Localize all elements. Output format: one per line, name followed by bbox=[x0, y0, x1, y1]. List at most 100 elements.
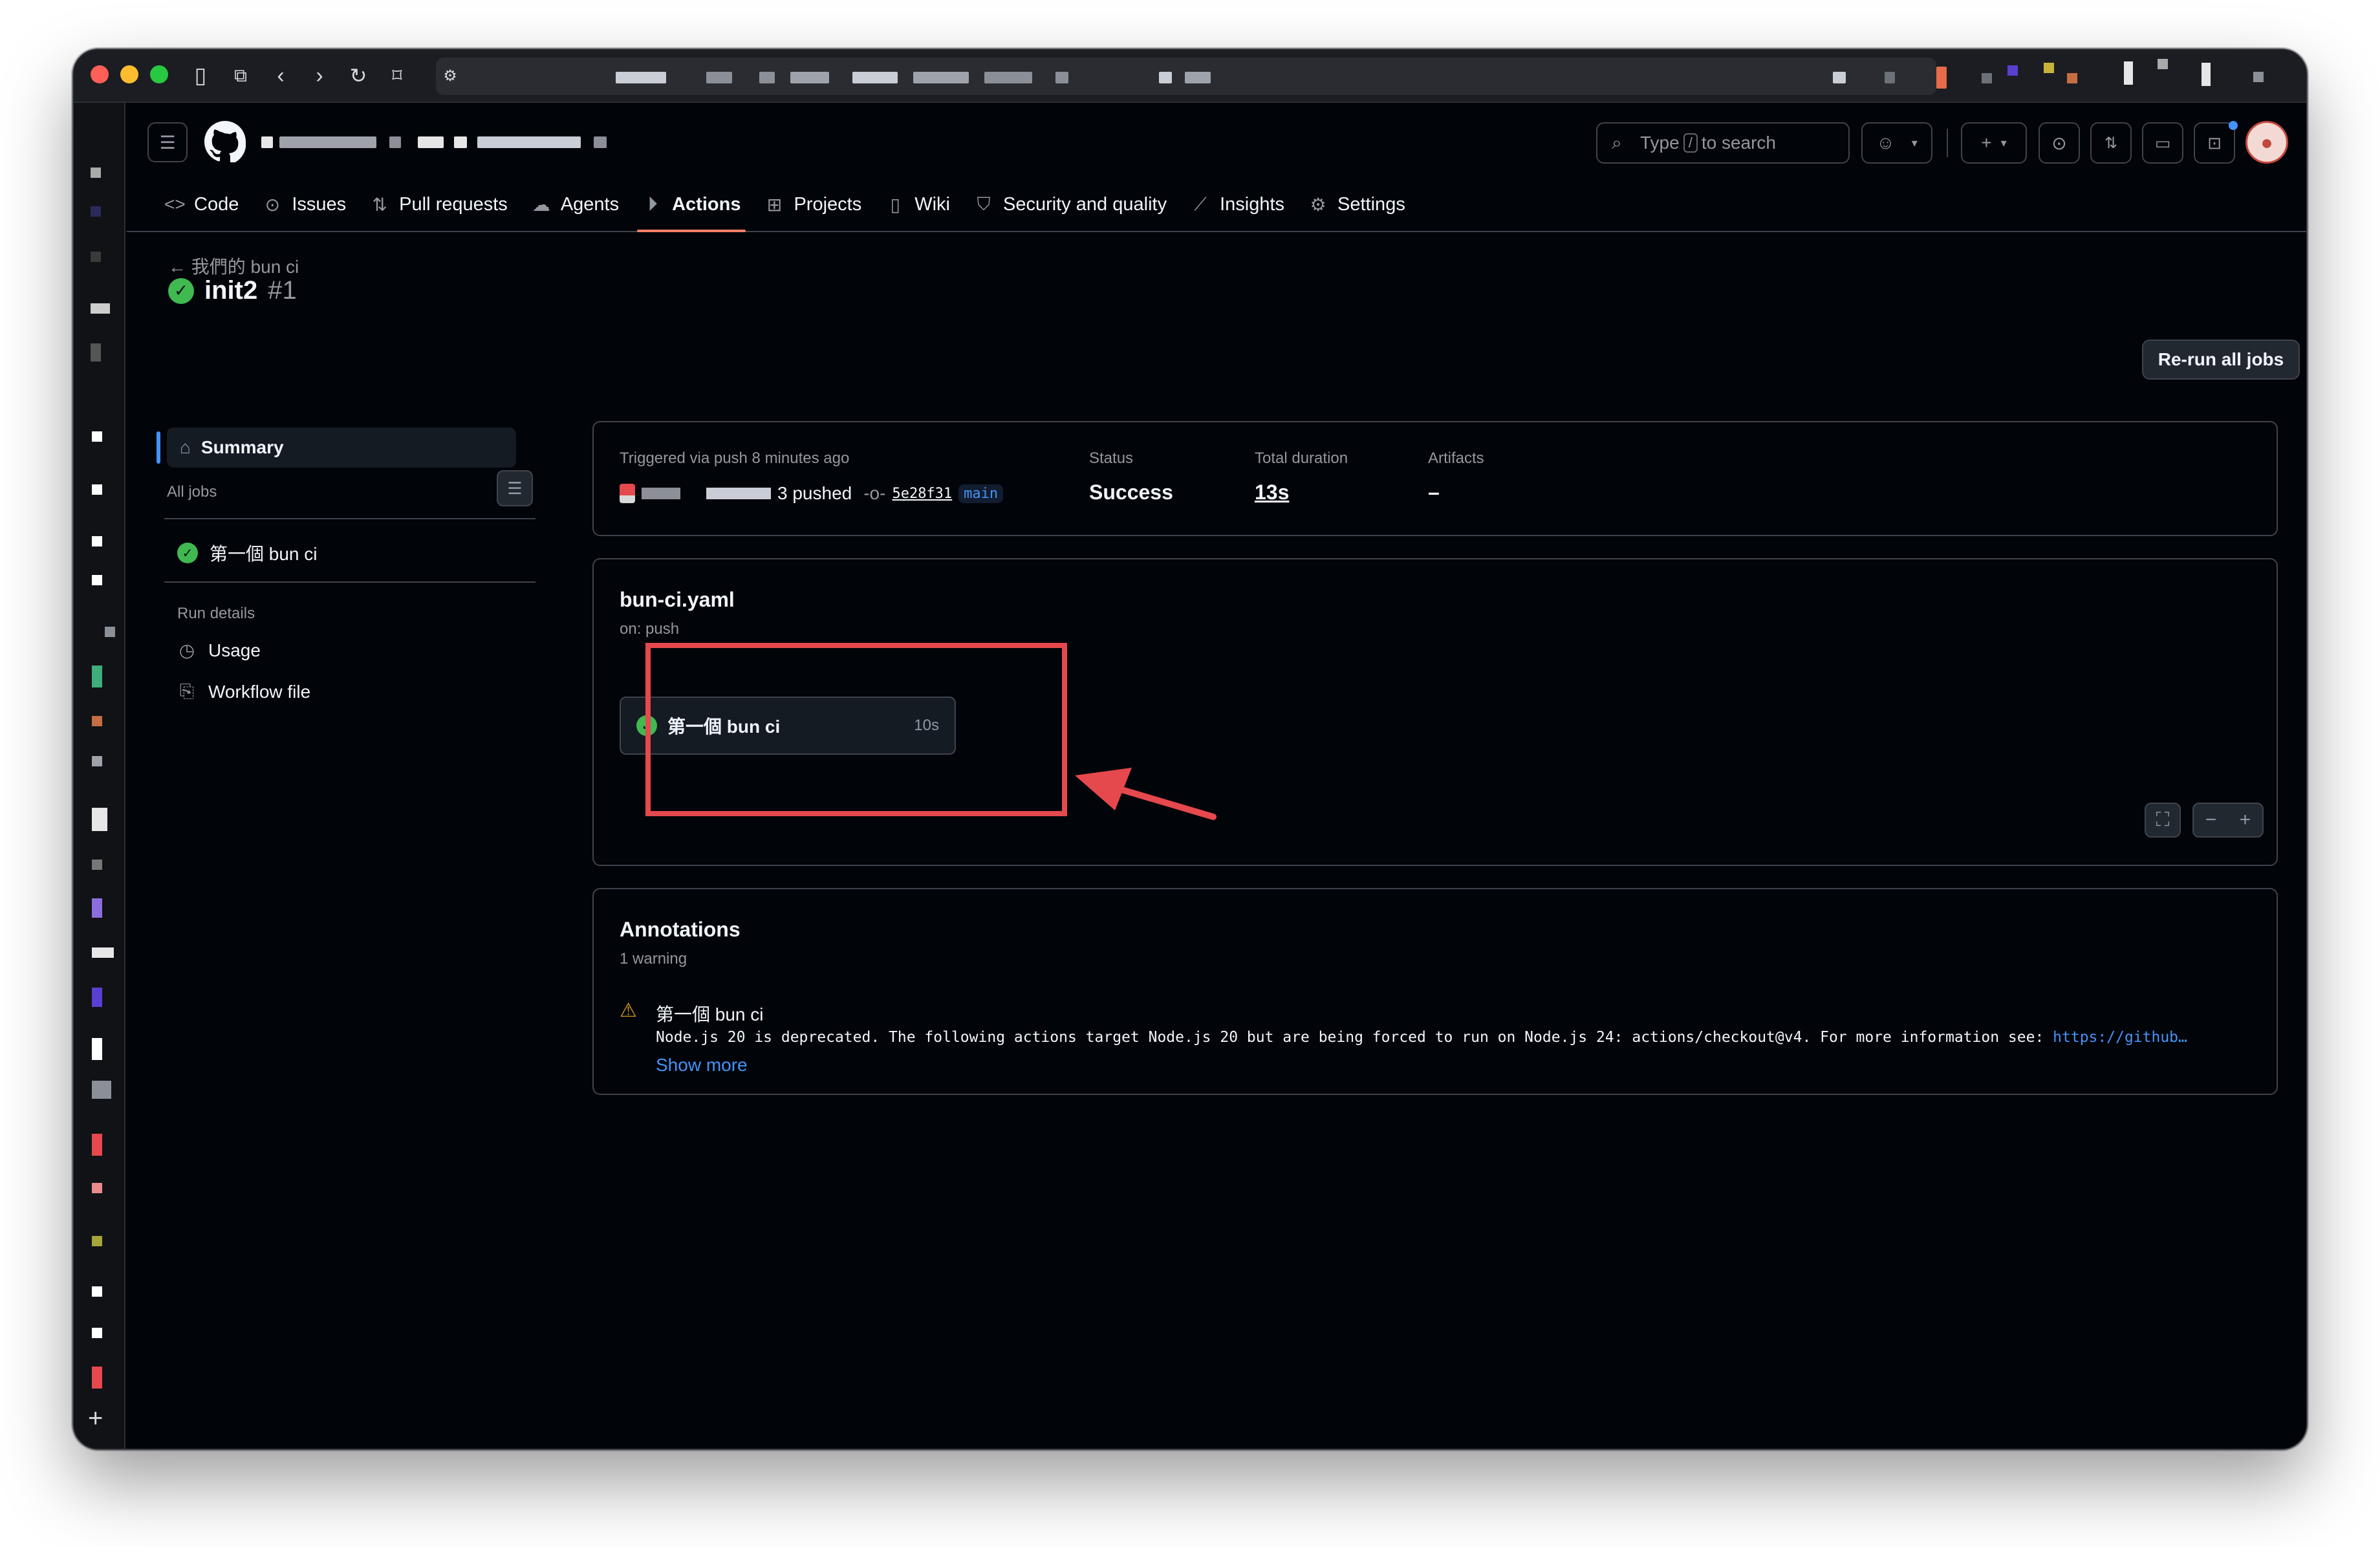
show-more-link[interactable]: Show more bbox=[656, 1055, 748, 1076]
tab-favicon[interactable] bbox=[91, 303, 110, 314]
github-logo-icon[interactable] bbox=[204, 121, 246, 162]
redacted-repo-name[interactable] bbox=[477, 136, 581, 148]
extension-icon[interactable] bbox=[2124, 61, 2133, 85]
tab-favicon[interactable] bbox=[92, 860, 102, 870]
zoom-window-button[interactable] bbox=[150, 65, 168, 83]
tab-pull-requests[interactable]: ⇅ Pull requests bbox=[358, 178, 519, 231]
redacted-repo-name[interactable] bbox=[594, 136, 607, 148]
user-avatar[interactable] bbox=[620, 484, 635, 503]
repositories-icon[interactable]: ▭ bbox=[2142, 122, 2183, 164]
tab-favicon[interactable] bbox=[92, 808, 107, 831]
duration-link[interactable]: 13s bbox=[1255, 481, 1289, 504]
tab-favicon[interactable] bbox=[92, 1367, 102, 1389]
extension-icon[interactable] bbox=[2007, 65, 2018, 76]
reload-icon[interactable]: ↻ bbox=[344, 61, 373, 90]
pull-requests-icon[interactable]: ⇅ bbox=[2090, 122, 2132, 164]
redacted-url bbox=[852, 72, 898, 83]
sidebar-item-summary[interactable]: ⌂ Summary bbox=[157, 427, 516, 468]
tab-favicon[interactable] bbox=[92, 431, 102, 442]
tab-favicon[interactable] bbox=[91, 343, 101, 362]
rerun-all-jobs-button[interactable]: Re-run all jobs bbox=[2142, 340, 2300, 380]
avatar[interactable]: ● bbox=[2245, 121, 2288, 164]
tab-favicon[interactable] bbox=[92, 716, 102, 726]
redacted-repo-name[interactable] bbox=[418, 136, 444, 148]
tab-actions[interactable]: ⏵ Actions bbox=[631, 178, 752, 232]
annotation-link[interactable]: https://github… bbox=[2053, 1029, 2187, 1046]
tab-favicon[interactable] bbox=[92, 947, 114, 958]
notification-dot bbox=[2229, 121, 2238, 130]
extension-icon[interactable] bbox=[2044, 63, 2054, 73]
inbox-icon[interactable]: ⊡ bbox=[2194, 122, 2235, 164]
extension-icon[interactable] bbox=[2067, 73, 2077, 83]
tab-issues[interactable]: ⊙ Issues bbox=[250, 178, 358, 231]
copilot-icon: ☺ bbox=[1876, 133, 1895, 153]
status-label: Status bbox=[1089, 449, 1134, 467]
tab-security[interactable]: ⛉ Security and quality bbox=[962, 178, 1178, 231]
search-input[interactable]: ⌕ Type / to search bbox=[1596, 122, 1850, 164]
tab-favicon[interactable] bbox=[92, 575, 102, 585]
extension-icon[interactable] bbox=[2158, 59, 2168, 69]
tab-favicon[interactable] bbox=[92, 988, 102, 1007]
zoom-in-icon[interactable]: + bbox=[2240, 809, 2251, 831]
tab-favicon[interactable] bbox=[92, 1183, 102, 1193]
tab-favicon[interactable] bbox=[92, 1286, 102, 1297]
tab-overview-icon[interactable]: ⧉ bbox=[226, 61, 255, 90]
copilot-button[interactable]: ☺ ▾ bbox=[1861, 122, 1932, 164]
tab-favicon[interactable] bbox=[92, 1038, 102, 1060]
tab-favicon[interactable] bbox=[92, 898, 102, 918]
tab-favicon[interactable] bbox=[92, 1328, 102, 1338]
sidebar-item-label: 第一個 bun ci bbox=[210, 544, 318, 564]
tab-favicon[interactable] bbox=[92, 1236, 102, 1246]
forward-icon[interactable]: › bbox=[305, 61, 334, 90]
sidebar-toggle-icon[interactable]: ▯ bbox=[186, 61, 215, 90]
extension-icon[interactable] bbox=[2202, 63, 2211, 86]
sidebar-item-usage[interactable]: ◷ Usage bbox=[177, 640, 261, 661]
tab-agents[interactable]: ☁ Agents bbox=[519, 178, 631, 231]
fullscreen-icon[interactable]: ⛶ bbox=[2145, 803, 2181, 838]
back-to-workflow-link[interactable]: ← 我們的 bun ci bbox=[168, 253, 299, 279]
tab-label: Issues bbox=[292, 193, 347, 215]
extension-icon[interactable] bbox=[2253, 72, 2264, 82]
redacted-owner[interactable] bbox=[261, 136, 273, 148]
tab-insights[interactable]: ⟋ Insights bbox=[1178, 178, 1296, 231]
tab-favicon[interactable] bbox=[92, 484, 102, 495]
tab-favicon[interactable] bbox=[92, 1081, 111, 1099]
create-new-button[interactable]: + ▾ bbox=[1961, 122, 2027, 164]
tab-favicon[interactable] bbox=[92, 756, 102, 766]
tab-favicon[interactable] bbox=[91, 168, 101, 178]
annotation-job[interactable]: 第一個 bun ci bbox=[656, 1001, 764, 1026]
tab-favicon[interactable] bbox=[91, 252, 101, 262]
back-icon[interactable]: ‹ bbox=[266, 61, 295, 90]
tab-code[interactable]: <> Code bbox=[153, 178, 250, 231]
new-tab-plus-icon[interactable]: + bbox=[88, 1404, 103, 1433]
hamburger-menu-icon[interactable]: ☰ bbox=[147, 122, 188, 162]
redacted-owner[interactable] bbox=[279, 136, 376, 148]
address-bar[interactable]: ⚙ bbox=[436, 58, 1947, 95]
commit-link[interactable]: 5e28f31 bbox=[892, 486, 952, 502]
workflow-name: 我們的 bun ci bbox=[191, 257, 299, 277]
tab-favicon[interactable] bbox=[92, 536, 102, 546]
sidebar-item-workflow-file[interactable]: ⎘ Workflow file bbox=[177, 681, 310, 702]
tab-settings[interactable]: ⚙ Settings bbox=[1296, 178, 1417, 231]
tab-favicon[interactable] bbox=[92, 665, 102, 687]
zoom-out-icon[interactable]: − bbox=[2205, 809, 2217, 831]
bookmark-icon[interactable]: ⌑ bbox=[383, 61, 411, 90]
filter-icon[interactable]: ☰ bbox=[497, 470, 533, 506]
redacted-owner[interactable] bbox=[389, 136, 401, 148]
branch-label[interactable]: main bbox=[958, 484, 1004, 503]
redacted-repo-name[interactable] bbox=[454, 136, 467, 148]
tab-favicon[interactable] bbox=[91, 206, 101, 217]
chevron-down-icon: ▾ bbox=[2000, 136, 2007, 149]
redacted-url bbox=[1159, 72, 1172, 83]
sidebar-item-job[interactable]: ✓ 第一個 bun ci bbox=[177, 540, 318, 566]
close-window-button[interactable] bbox=[91, 65, 109, 83]
redacted-url bbox=[1055, 72, 1068, 83]
minimize-window-button[interactable] bbox=[120, 65, 138, 83]
issues-icon[interactable]: ⊙ bbox=[2039, 122, 2080, 164]
extension-icon[interactable] bbox=[1982, 73, 1992, 83]
tab-favicon[interactable] bbox=[92, 1134, 102, 1156]
site-settings-icon[interactable]: ⚙ bbox=[436, 61, 464, 90]
tab-favicon[interactable] bbox=[105, 627, 115, 637]
tab-wiki[interactable]: ▯ Wiki bbox=[873, 178, 962, 231]
tab-projects[interactable]: ⊞ Projects bbox=[752, 178, 873, 231]
